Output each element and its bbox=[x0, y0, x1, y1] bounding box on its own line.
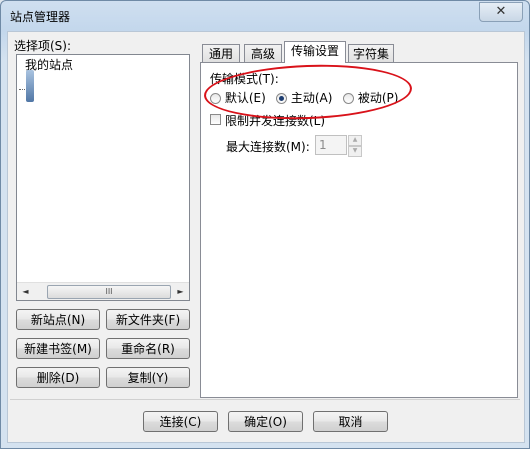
select-entry-label: 选择项(S): bbox=[14, 39, 72, 53]
scroll-left-icon[interactable]: ◄ bbox=[17, 283, 34, 300]
copy-button[interactable]: 复制(Y) bbox=[106, 367, 190, 388]
max-connections-label: 最大连接数(M): bbox=[226, 140, 310, 154]
scroll-thumb[interactable]: III bbox=[47, 285, 171, 299]
delete-button[interactable]: 删除(D) bbox=[16, 367, 100, 388]
ok-button[interactable]: 确定(O) bbox=[228, 411, 303, 432]
tab-transfer-settings[interactable]: 传输设置 bbox=[284, 41, 346, 63]
stepper-down-icon[interactable]: ▼ bbox=[348, 146, 362, 157]
horizontal-scrollbar[interactable]: ◄ III ► bbox=[17, 282, 189, 300]
close-button[interactable]: ✕ bbox=[479, 2, 523, 22]
tab-general[interactable]: 通用 bbox=[202, 44, 240, 63]
tab-charset[interactable]: 字符集 bbox=[348, 44, 394, 63]
max-connections-input[interactable]: 1 bbox=[315, 135, 347, 155]
new-folder-button[interactable]: 新文件夹(F) bbox=[106, 309, 190, 330]
window-title: 站点管理器 bbox=[10, 10, 71, 24]
site-manager-window: 站点管理器 ✕ 选择项(S): 我的站点 ◄ III ► 新站点(N) 新文件夹… bbox=[0, 0, 530, 449]
tab-advanced[interactable]: 高级 bbox=[244, 44, 282, 63]
new-bookmark-button[interactable]: 新建书签(M) bbox=[16, 338, 100, 359]
connect-button[interactable]: 连接(C) bbox=[143, 411, 218, 432]
limit-connections-checkbox[interactable] bbox=[210, 114, 221, 125]
cancel-button[interactable]: 取消 bbox=[313, 411, 388, 432]
max-connections-stepper[interactable]: ▲ ▼ bbox=[348, 135, 362, 157]
new-site-button[interactable]: 新站点(N) bbox=[16, 309, 100, 330]
scroll-right-icon[interactable]: ► bbox=[172, 283, 189, 300]
server-icon bbox=[26, 70, 34, 102]
rename-button[interactable]: 重命名(R) bbox=[106, 338, 190, 359]
site-tree[interactable]: 我的站点 ◄ III ► bbox=[16, 54, 190, 301]
stepper-up-icon[interactable]: ▲ bbox=[348, 135, 362, 146]
footer-divider bbox=[10, 399, 520, 400]
close-icon: ✕ bbox=[495, 4, 507, 19]
tree-connector bbox=[19, 89, 25, 90]
